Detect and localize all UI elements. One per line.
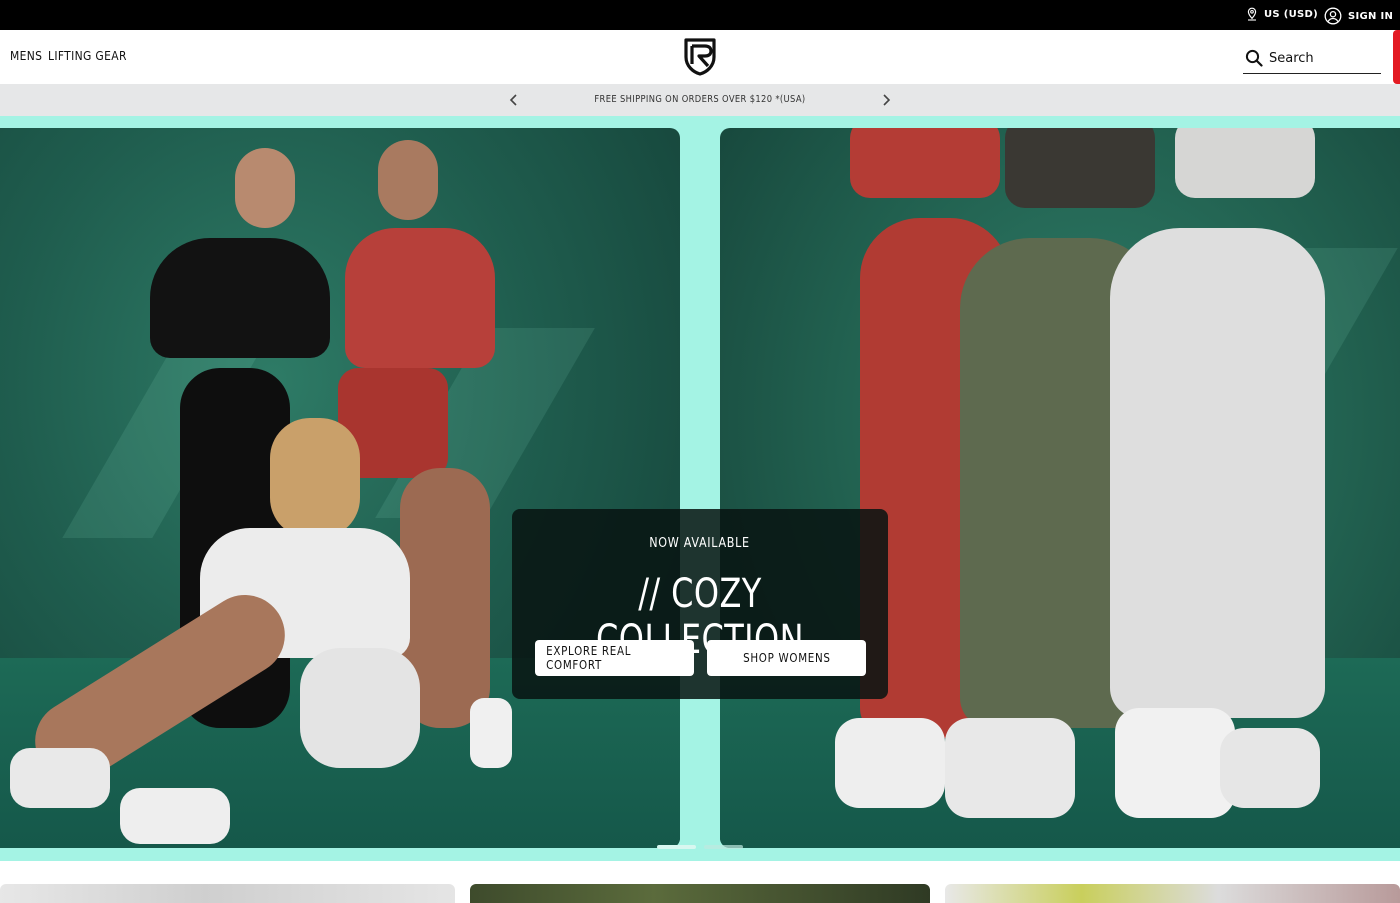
shop-womens-label: SHOP WOMENS [742,651,831,665]
category-tile[interactable] [470,884,930,903]
sneaker [1115,708,1235,818]
model-head [235,148,295,228]
signin-link[interactable]: SIGN IN [1324,7,1393,25]
slider-dots [657,845,743,849]
utility-bar: US (USD) SIGN IN [0,0,1400,30]
category-tile[interactable] [945,884,1400,903]
category-tiles [0,884,1400,903]
model-black-top [150,238,330,358]
model-red-top [345,228,495,368]
announcement-next-button[interactable] [877,91,895,109]
hero-image-left [0,128,680,848]
locale-selector[interactable]: US (USD) [1246,7,1318,21]
model-dark-top [1005,128,1155,208]
announcement-text-wrap: FREE SHIPPING ON ORDERS OVER $120 *(USA) [0,94,1400,105]
user-circle-icon [1324,7,1342,25]
search-icon[interactable] [1245,49,1263,67]
hero-kicker-wrap: NOW AVAILABLE [512,536,888,551]
announcement-text: FREE SHIPPING ON ORDERS OVER $120 *(USA) [594,94,806,105]
model-white-shorts [300,648,420,768]
explore-button-label: EXPLORE REAL COMFORT [546,644,632,672]
sneaker [470,698,512,768]
model-grey-top [1175,128,1315,198]
signin-label: SIGN IN [1348,10,1394,22]
sneaker [835,718,945,808]
hero-banner: NOW AVAILABLE // COZY COLLECTION EXPLORE… [0,116,1400,861]
slider-dot-2[interactable] [704,845,743,849]
sneaker [120,788,230,844]
model-head [378,140,438,220]
shop-womens-button[interactable]: SHOP WOMENS [707,640,866,676]
slider-dot-1[interactable] [657,845,696,849]
chevron-right-icon [883,94,891,106]
sneaker [1220,728,1320,808]
category-tile[interactable] [0,884,455,903]
sneaker [945,718,1075,818]
locale-label: US (USD) [1264,8,1318,20]
main-header: MENS LIFTING GEAR [0,30,1400,84]
model-hair [270,418,360,538]
location-pin-icon [1247,7,1257,21]
search-input[interactable] [1269,49,1377,67]
hero-kicker: NOW AVAILABLE [649,536,751,551]
brand-logo-icon[interactable] [683,37,717,77]
nav-mens-link[interactable]: MENS [10,48,42,63]
search-box[interactable] [1243,46,1381,74]
hero-overlay-card: NOW AVAILABLE // COZY COLLECTION EXPLORE… [512,509,888,699]
nav-lifting-gear-link[interactable]: LIFTING GEAR [48,48,127,63]
model-grey-joggers [1110,228,1325,718]
announcement-bar: FREE SHIPPING ON ORDERS OVER $120 *(USA) [0,84,1400,116]
sneaker [10,748,110,808]
side-tab[interactable] [1393,30,1400,84]
hero-image-right [720,128,1400,848]
explore-real-comfort-button[interactable]: EXPLORE REAL COMFORT [535,640,694,676]
model-red-top [850,128,1000,198]
